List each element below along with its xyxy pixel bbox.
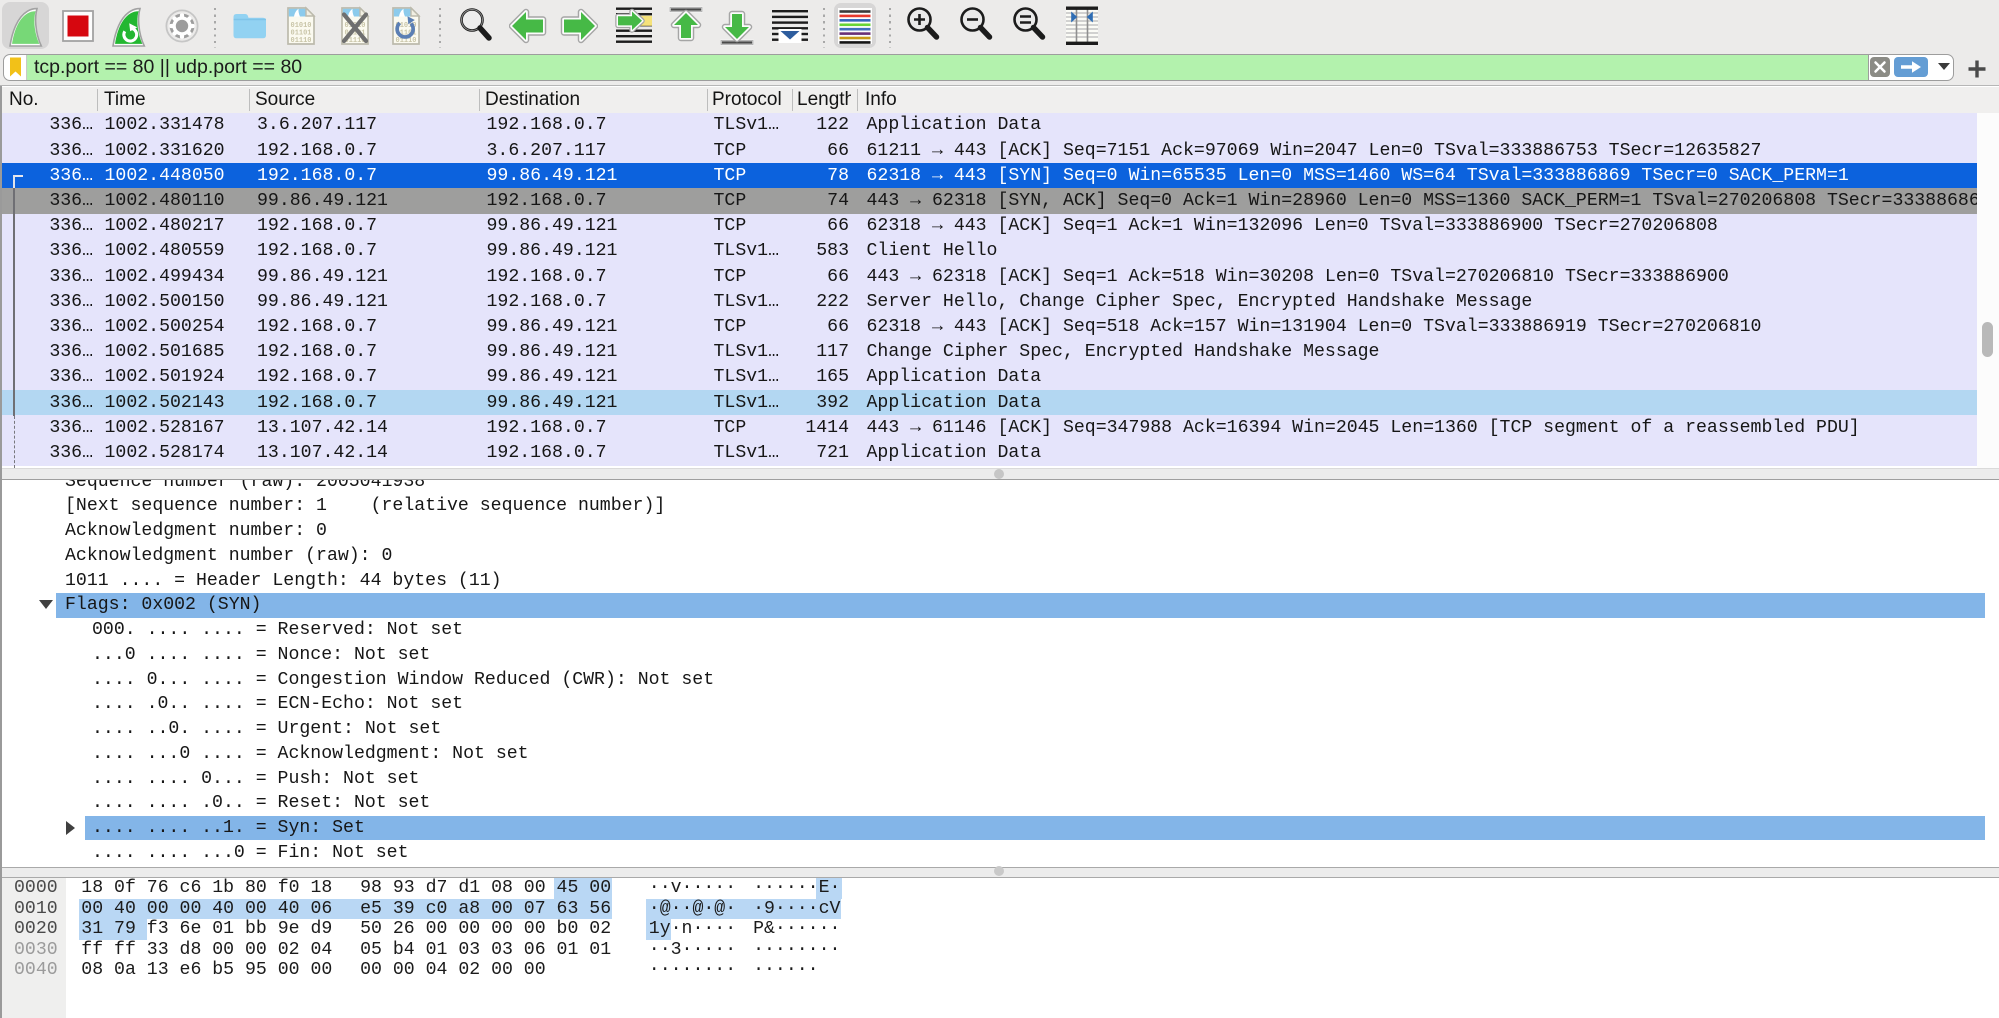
svg-text:01110: 01110	[291, 37, 312, 45]
